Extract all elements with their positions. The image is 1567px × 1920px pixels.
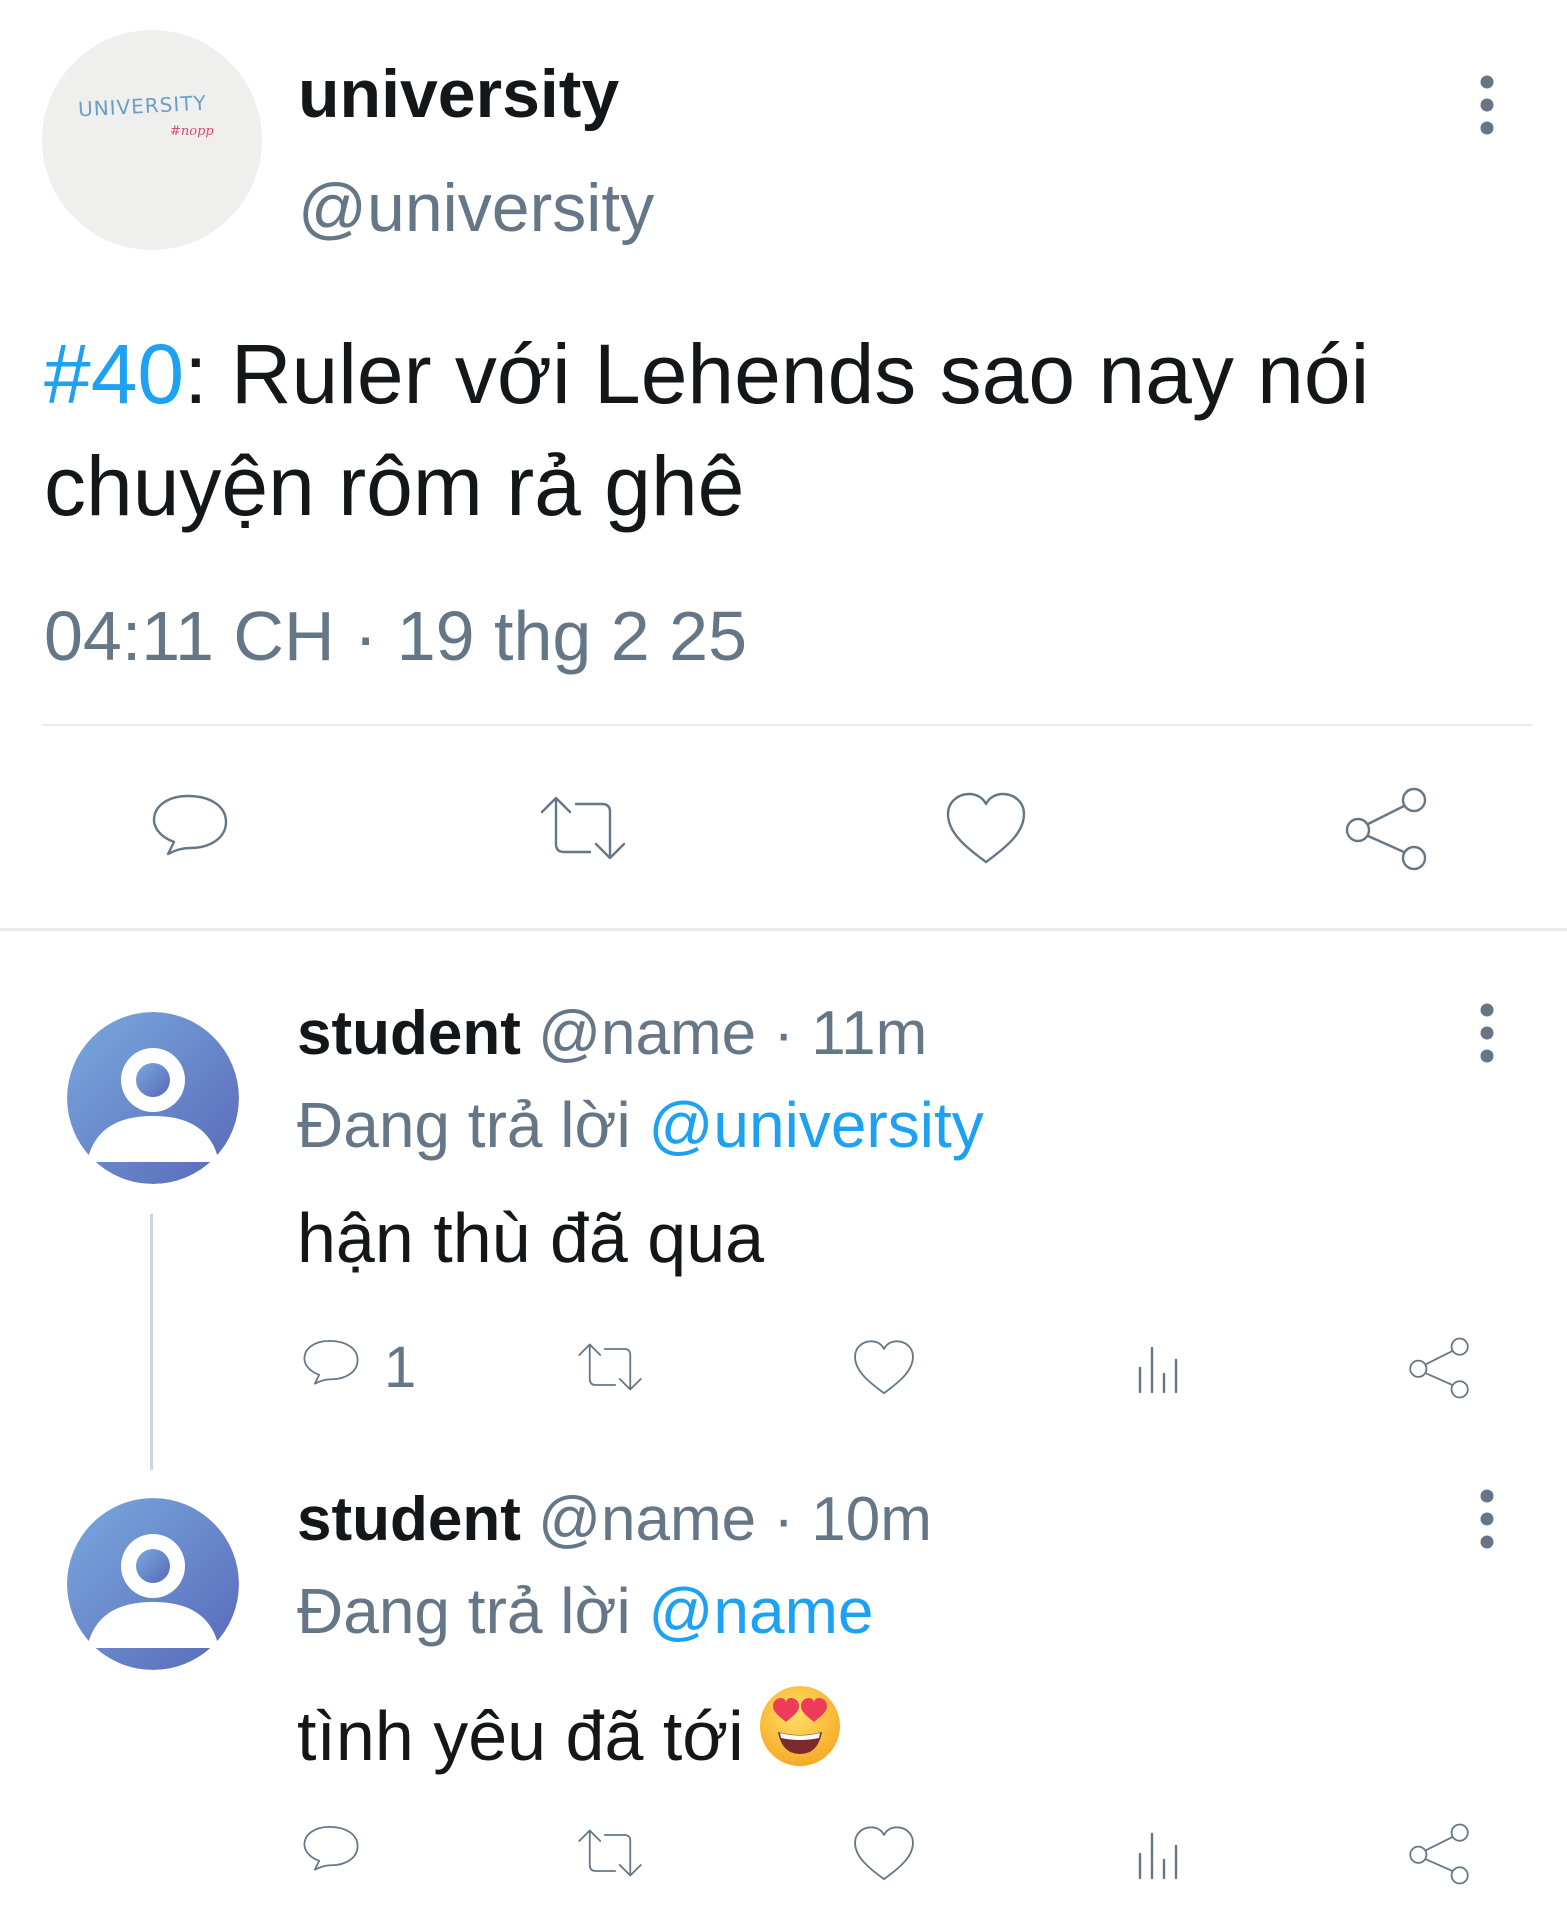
more-options-icon[interactable]: [1472, 1486, 1502, 1558]
like-icon[interactable]: [944, 790, 1028, 868]
retweet-icon[interactable]: [576, 1826, 644, 1880]
reply-text-body: tình yêu đã tới: [297, 1697, 744, 1775]
share-icon[interactable]: [1408, 1336, 1470, 1400]
mention-link[interactable]: @university: [648, 1089, 983, 1161]
mention-link[interactable]: @name: [648, 1575, 873, 1647]
replying-to-line: Đang trả lời @university: [297, 1088, 984, 1162]
replying-to-label: Đang trả lời: [297, 1575, 649, 1647]
avatar[interactable]: UNIVERSITY #nopp: [42, 30, 262, 250]
replying-to-label: Đang trả lời: [297, 1089, 649, 1161]
replying-to-line: Đang trả lời @name: [297, 1574, 874, 1648]
author-handle[interactable]: @university: [298, 170, 654, 246]
hashtag-link[interactable]: #40: [44, 327, 184, 421]
more-options-icon[interactable]: [1472, 1000, 1502, 1072]
retweet-icon[interactable]: [576, 1340, 644, 1394]
share-icon[interactable]: [1408, 1822, 1470, 1886]
reply-icon[interactable]: [300, 1822, 362, 1882]
reply-meta: @name · 11m: [520, 999, 928, 1068]
heart-eyes-emoji-icon: [758, 1684, 842, 1784]
author-display-name[interactable]: university: [298, 56, 619, 132]
more-options-icon[interactable]: [1472, 72, 1502, 144]
divider: [0, 928, 1567, 931]
reply-header: student @name · 11m: [297, 998, 927, 1070]
avatar-logo-subtext: #nopp: [170, 124, 214, 139]
reply-count: 1: [384, 1335, 417, 1400]
tweet-text: #40: Ruler với Lehends sao nay nói chuyệ…: [44, 318, 1524, 542]
reply-text: hận thù đã qua: [297, 1199, 765, 1277]
reply-meta: @name · 10m: [520, 1485, 932, 1554]
reply-avatar[interactable]: [67, 1498, 239, 1670]
analytics-icon[interactable]: [1134, 1826, 1186, 1882]
reply-icon[interactable]: [300, 1336, 362, 1396]
divider: [42, 724, 1532, 726]
reply-icon[interactable]: [148, 790, 232, 870]
reply-header: student @name · 10m: [297, 1484, 932, 1556]
retweet-icon[interactable]: [538, 792, 628, 864]
thread-line: [150, 1214, 153, 1470]
reply-avatar[interactable]: [67, 1012, 239, 1184]
analytics-icon[interactable]: [1134, 1340, 1186, 1396]
like-icon[interactable]: [852, 1824, 916, 1884]
share-icon[interactable]: [1344, 786, 1428, 872]
reply-author-name[interactable]: student: [297, 999, 521, 1068]
tweet-body: : Ruler với Lehends sao nay nói chuyện r…: [44, 327, 1370, 533]
tweet-timestamp[interactable]: 04:11 CH · 19 thg 2 25: [44, 596, 747, 676]
avatar-logo-text: UNIVERSITY: [77, 90, 208, 122]
like-icon[interactable]: [852, 1338, 916, 1398]
reply-author-name[interactable]: student: [297, 1485, 521, 1554]
reply-text: tình yêu đã tới: [297, 1684, 842, 1784]
